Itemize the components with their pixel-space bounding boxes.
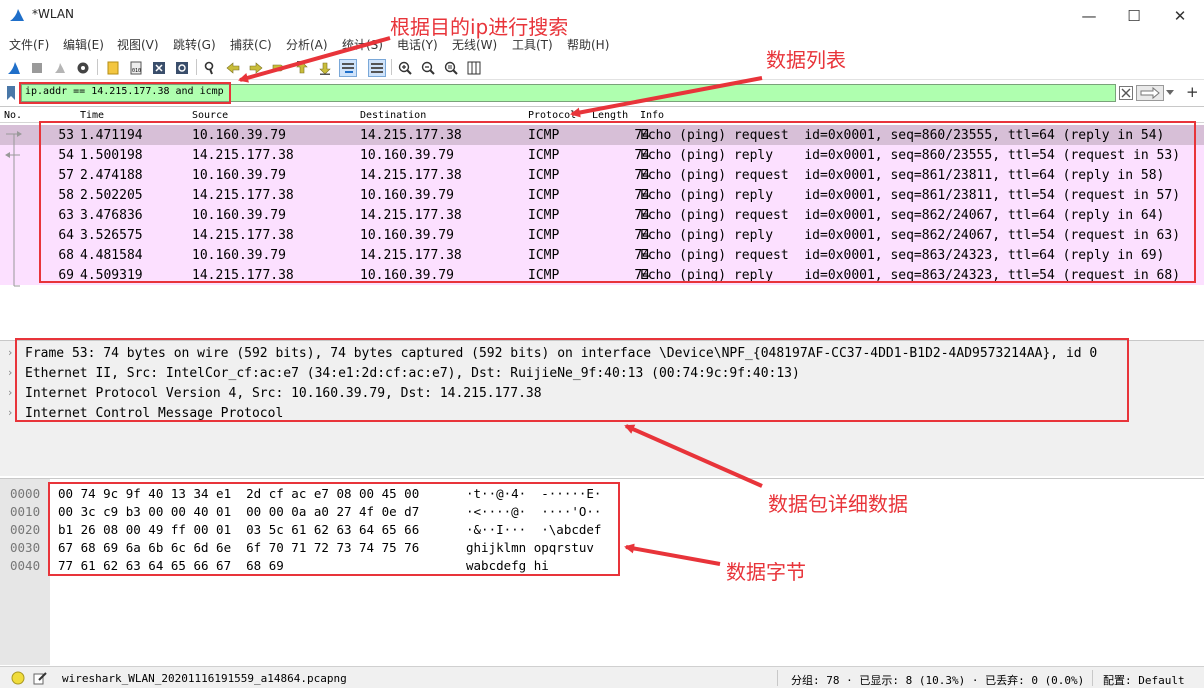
zoom-in-icon[interactable] xyxy=(396,59,414,77)
shark-fin-icon xyxy=(10,9,24,21)
minimize-button[interactable]: — xyxy=(1066,0,1112,31)
menu-edit[interactable]: 编辑(E) xyxy=(63,36,104,53)
capture-comment-icon[interactable] xyxy=(33,671,47,685)
title-bar: *WLAN — ☐ ✕ xyxy=(0,0,1204,31)
bytes-offset: 0020 xyxy=(10,522,41,537)
stop-capture-icon[interactable] xyxy=(28,59,46,77)
annotation-bytes: 数据字节 xyxy=(726,560,806,584)
wireshark-window: *WLAN — ☐ ✕ 文件(F) 编辑(E) 视图(V) 跳转(G) 捕获(C… xyxy=(0,0,1204,688)
restart-capture-icon[interactable] xyxy=(51,59,69,77)
details-highlight-box xyxy=(15,338,1129,422)
col-destination[interactable]: Destination xyxy=(360,110,426,121)
go-back-icon[interactable] xyxy=(224,59,242,77)
zoom-normal-icon[interactable] xyxy=(442,59,460,77)
menu-statistics[interactable]: 统计(S) xyxy=(342,36,383,53)
bytes-highlight-box xyxy=(48,482,620,576)
apply-filter-icon[interactable] xyxy=(1136,85,1164,101)
status-bar: wireshark_WLAN_20201116191559_a14864.pca… xyxy=(0,666,1204,688)
go-first-icon[interactable] xyxy=(293,59,311,77)
go-last-icon[interactable] xyxy=(316,59,334,77)
expand-icon[interactable]: › xyxy=(8,406,12,419)
menu-help[interactable]: 帮助(H) xyxy=(567,36,609,53)
main-toolbar: 010 xyxy=(0,56,1204,80)
expand-icon[interactable]: › xyxy=(8,366,12,379)
auto-scroll-icon[interactable] xyxy=(339,59,357,77)
reload-file-icon[interactable] xyxy=(173,59,191,77)
menu-view[interactable]: 视图(V) xyxy=(117,36,159,53)
annotation-list: 数据列表 xyxy=(766,48,846,72)
find-packet-icon[interactable] xyxy=(201,59,219,77)
status-filename: wireshark_WLAN_20201116191559_a14864.pca… xyxy=(62,672,347,685)
status-packet-stats: 分组: 78 · 已显示: 8 (10.3%) · 已丢弃: 0 (0.0%) xyxy=(791,674,1085,687)
bytes-offset: 0000 xyxy=(10,486,41,501)
menu-go[interactable]: 跳转(G) xyxy=(173,36,216,53)
close-icon: ✕ xyxy=(1173,6,1187,25)
go-forward-icon[interactable] xyxy=(247,59,265,77)
menu-file[interactable]: 文件(F) xyxy=(9,36,49,53)
bytes-offset: 0030 xyxy=(10,540,41,555)
bytes-offset: 0040 xyxy=(10,558,41,573)
close-button[interactable]: ✕ xyxy=(1157,0,1203,31)
expert-info-icon[interactable] xyxy=(11,671,25,685)
close-file-icon[interactable] xyxy=(150,59,168,77)
col-info[interactable]: Info xyxy=(640,110,664,121)
go-to-packet-icon[interactable] xyxy=(270,59,288,77)
bytes-offset: 0010 xyxy=(10,504,41,519)
start-capture-icon[interactable] xyxy=(5,59,23,77)
status-profile[interactable]: 配置: Default xyxy=(1103,672,1185,688)
col-protocol[interactable]: Protocol xyxy=(528,110,576,121)
svg-text:010: 010 xyxy=(132,68,141,74)
col-time[interactable]: Time xyxy=(80,110,104,121)
expand-icon[interactable]: › xyxy=(8,386,12,399)
annotation-search: 根据目的ip进行搜索 xyxy=(390,15,569,39)
maximize-button[interactable]: ☐ xyxy=(1111,0,1157,31)
col-length[interactable]: Length xyxy=(592,110,628,121)
resize-columns-icon[interactable] xyxy=(465,59,483,77)
minimize-icon: — xyxy=(1081,6,1097,25)
filter-highlight-box xyxy=(19,82,231,104)
conversation-bracket xyxy=(5,131,22,287)
menu-capture[interactable]: 捕获(C) xyxy=(230,36,272,53)
capture-options-icon[interactable] xyxy=(74,59,92,77)
expand-icon[interactable]: › xyxy=(8,346,12,359)
maximize-icon: ☐ xyxy=(1127,6,1141,25)
add-filter-button[interactable]: + xyxy=(1186,83,1199,101)
bookmark-icon[interactable] xyxy=(5,85,17,101)
save-file-icon[interactable]: 010 xyxy=(127,59,145,77)
annotation-detail: 数据包详细数据 xyxy=(768,492,908,516)
col-source[interactable]: Source xyxy=(192,110,228,121)
col-no[interactable]: No. xyxy=(4,110,22,121)
packet-list-highlight-box xyxy=(39,121,1196,283)
colorize-icon[interactable] xyxy=(368,59,386,77)
zoom-out-icon[interactable] xyxy=(419,59,437,77)
menu-bar: 文件(F) 编辑(E) 视图(V) 跳转(G) 捕获(C) 分析(A) 统计(S… xyxy=(0,31,1204,55)
open-file-icon[interactable] xyxy=(104,59,122,77)
clear-filter-icon[interactable] xyxy=(1119,86,1133,100)
menu-analyze[interactable]: 分析(A) xyxy=(286,36,328,53)
filter-dropdown-icon[interactable] xyxy=(1166,90,1174,96)
window-title: *WLAN xyxy=(32,7,75,21)
